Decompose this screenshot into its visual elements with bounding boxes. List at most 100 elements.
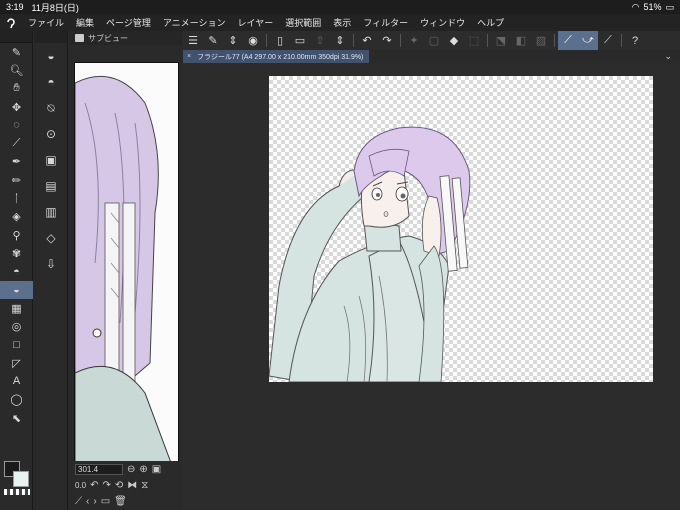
menu-selection[interactable]: 選択範囲: [279, 16, 327, 29]
new-canvas-icon[interactable]: ▯: [270, 31, 290, 50]
delete-image-icon[interactable]: 🗑︎: [114, 496, 127, 507]
sub-view-controls: 301.4 ⊖ ⊕ ▣ 0.0 ↶ ↷ ⟲ ⧓ ⧖ ⟋ ‹ › ▭ 🗑︎: [69, 461, 182, 510]
layer-icon[interactable]: ▣: [34, 147, 68, 173]
clear-icon[interactable]: ✦: [404, 31, 424, 50]
sub-view-zoom-value[interactable]: 301.4: [75, 463, 123, 475]
sub-view-header: サブビュー: [69, 31, 182, 45]
menu-page-management[interactable]: ページ管理: [100, 16, 157, 29]
wifi-icon: ◠: [631, 1, 640, 12]
paint-unfilled-icon[interactable]: ⍉: [34, 95, 68, 121]
previous-image-icon[interactable]: ‹: [86, 496, 89, 507]
fill-icon[interactable]: ◒: [0, 280, 33, 300]
battery-icon: ▭: [665, 1, 674, 12]
flip-horizontal-icon[interactable]: ⧓: [127, 480, 137, 491]
sub-view-title: サブビュー: [88, 33, 128, 43]
show-selection-icon[interactable]: ▨: [531, 31, 551, 50]
menu-window[interactable]: ウィンドウ: [414, 16, 471, 29]
canvas-area[interactable]: [183, 63, 680, 510]
help-icon[interactable]: ?: [625, 31, 645, 50]
fill-command-icon[interactable]: ◆: [444, 31, 464, 50]
chevron-down-icon[interactable]: ⌄: [664, 51, 672, 62]
frame-icon[interactable]: □: [0, 336, 33, 354]
menu-layer[interactable]: レイヤー: [232, 16, 280, 29]
redo-icon[interactable]: ↷: [377, 31, 397, 50]
separator: [400, 34, 401, 47]
correct-line-icon[interactable]: ⬉: [0, 409, 33, 427]
quick-access-icon[interactable]: ▤: [34, 173, 68, 199]
zoom-out-icon[interactable]: ⊖: [127, 464, 135, 475]
snap-to-special-ruler-icon[interactable]: ⤻: [578, 31, 598, 50]
document-tab[interactable]: フラジール77 (A4 297.00 x 210.00mm 350dpi 31.…: [183, 50, 370, 63]
decoration-icon[interactable]: ✾: [0, 244, 33, 262]
separator: [487, 34, 488, 47]
battery-percent: 51%: [643, 2, 662, 12]
pen-tool-icon[interactable]: ✎: [0, 43, 33, 61]
enclose-fill-icon[interactable]: ◓: [34, 69, 68, 95]
sub-view-eyedropper-icon[interactable]: ⟋: [75, 496, 82, 507]
zoom-in-icon[interactable]: ⊕: [139, 464, 147, 475]
ruler-icon[interactable]: ◸: [0, 354, 33, 372]
undo-icon[interactable]: ↶: [357, 31, 377, 50]
rotate-right-icon[interactable]: ↷: [103, 480, 111, 491]
invert-selection-icon[interactable]: ◧: [511, 31, 531, 50]
timeline-icon[interactable]: ▥: [34, 199, 68, 225]
menu-file[interactable]: ファイル: [22, 16, 70, 29]
snap-to-ruler-icon[interactable]: ⟋: [558, 31, 578, 50]
menu-view[interactable]: 表示: [327, 16, 357, 29]
deselect-icon[interactable]: ⬔: [491, 31, 511, 50]
color-swatch[interactable]: [4, 461, 30, 495]
sub-view-image[interactable]: [74, 62, 179, 486]
separator: [266, 34, 267, 47]
sub-view-panel: サブビュー: [69, 31, 182, 510]
menu-edit[interactable]: 編集: [70, 16, 100, 29]
eyedropper-icon[interactable]: ⟋: [0, 134, 33, 152]
open-icon[interactable]: ▭: [290, 31, 310, 50]
eraser-icon[interactable]: ◈: [0, 208, 33, 226]
save-icon[interactable]: ⇧: [310, 31, 330, 50]
navigator-icon[interactable]: ▣: [152, 464, 161, 475]
sort-icon[interactable]: ⇕: [330, 31, 350, 50]
gradient-icon[interactable]: ▦: [0, 299, 33, 317]
menu-bar: ファイル 編集 ページ管理 アニメーション レイヤー 選択範囲 表示 フィルター…: [0, 14, 680, 31]
pen-icon[interactable]: ✒: [0, 153, 33, 171]
background-color[interactable]: [13, 471, 29, 487]
hand-move-icon[interactable]: ✋︎: [0, 80, 33, 98]
fill-subtool-icon[interactable]: ◒: [34, 43, 68, 69]
edit-icon[interactable]: ✎: [203, 31, 223, 50]
import-icon[interactable]: ⇩: [34, 251, 68, 277]
next-image-icon[interactable]: ›: [93, 496, 96, 507]
layer-move-icon[interactable]: ✥: [0, 98, 33, 116]
balloon-icon[interactable]: ◯: [0, 391, 33, 409]
menu-icon[interactable]: ☰: [183, 31, 203, 50]
document-tab-label: フラジール77 (A4 297.00 x 210.00mm 350dpi 31.…: [197, 53, 364, 61]
blend-icon[interactable]: ◓: [0, 263, 33, 281]
transparent-color[interactable]: [4, 489, 30, 495]
clear-outside-icon[interactable]: ▢: [424, 31, 444, 50]
status-date: 11月8日(日): [31, 2, 79, 13]
snap-to-grid-icon[interactable]: ⟋: [598, 31, 618, 50]
flip-vertical-icon[interactable]: ⧖: [141, 480, 148, 491]
menu-help[interactable]: ヘルプ: [471, 16, 510, 29]
stepper-icon[interactable]: ⇕: [223, 31, 243, 50]
reset-rotation-icon[interactable]: ⟲: [115, 480, 123, 491]
pencil-icon[interactable]: ✏: [0, 171, 33, 189]
transform-icon[interactable]: ⬚: [464, 31, 484, 50]
layers-icon[interactable]: ◇: [34, 225, 68, 251]
separator: [554, 34, 555, 47]
menu-filter[interactable]: フィルター: [357, 16, 414, 29]
zoom-icon[interactable]: 🔍︎: [0, 61, 33, 79]
target-icon[interactable]: ⊙: [34, 121, 68, 147]
brush-icon[interactable]: ᛙ: [0, 189, 33, 207]
sub-tool-palette: ◒ ◓ ⍉ ⊙ ▣ ▤ ▥ ◇ ⇩: [34, 31, 68, 510]
figure-icon[interactable]: ◎: [0, 317, 33, 335]
app-logo-icon[interactable]: [0, 14, 22, 31]
rotate-left-icon[interactable]: ↶: [90, 480, 98, 491]
view-icon[interactable]: ◉: [243, 31, 263, 50]
airbrush-icon[interactable]: ⚲: [0, 226, 33, 244]
menu-animation[interactable]: アニメーション: [157, 16, 232, 29]
open-folder-icon[interactable]: ▭: [101, 496, 110, 507]
text-icon[interactable]: A: [0, 372, 33, 390]
lasso-select-icon[interactable]: ◌: [0, 116, 33, 134]
canvas-paper[interactable]: [269, 76, 653, 382]
sub-view-rotation-value[interactable]: 0.0: [75, 481, 86, 490]
